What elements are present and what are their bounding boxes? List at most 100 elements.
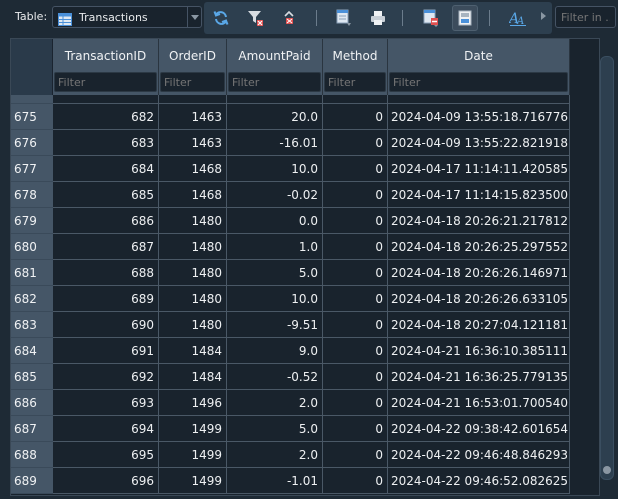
table-cell-order-id[interactable]: 1468: [159, 156, 227, 182]
table-cell-method[interactable]: 0: [323, 416, 388, 442]
table-cell-amount-paid[interactable]: 2.0: [227, 442, 323, 468]
table-cell-date[interactable]: 2024-04-18 20:26:26.1469718: [388, 260, 570, 286]
table-cell-date[interactable]: 2024-04-17 11:14:15.8235005: [388, 182, 570, 208]
row-number[interactable]: 684: [11, 338, 53, 364]
table-cell-method[interactable]: 0: [323, 468, 388, 494]
table-cell-order-id[interactable]: 1499: [159, 442, 227, 468]
row-number[interactable]: 687: [11, 416, 53, 442]
table-cell-transaction-id[interactable]: 683: [53, 130, 159, 156]
row-number[interactable]: 682: [11, 286, 53, 312]
table-cell-transaction-id[interactable]: 695: [53, 442, 159, 468]
table-cell-transaction-id[interactable]: 696: [53, 468, 159, 494]
column-header-transaction-id[interactable]: TransactionID: [53, 39, 159, 95]
table-cell-date[interactable]: 2024-04-21 16:36:25.7791359: [388, 364, 570, 390]
grid-corner[interactable]: [11, 39, 53, 95]
table-cell-method[interactable]: 0: [323, 104, 388, 130]
table-cell-method[interactable]: 0: [323, 364, 388, 390]
table-cell-order-id[interactable]: 1480: [159, 286, 227, 312]
table-cell-date[interactable]: 2024-04-22 09:46:52.082625: [388, 468, 570, 494]
table-cell-amount-paid[interactable]: 10.0: [227, 156, 323, 182]
column-filter-order-id[interactable]: [160, 72, 225, 92]
table-cell-transaction-id[interactable]: 686: [53, 208, 159, 234]
clear-filters-button[interactable]: [243, 5, 269, 31]
scrollbar-thumb[interactable]: [603, 466, 611, 474]
table-cell-amount-paid[interactable]: -1.01: [227, 468, 323, 494]
table-cell-date[interactable]: 2024-04-21 16:36:10.3851111: [388, 338, 570, 364]
table-cell-amount-paid[interactable]: 9.0: [227, 338, 323, 364]
table-cell-transaction-id[interactable]: 688: [53, 260, 159, 286]
row-number[interactable]: 678: [11, 182, 53, 208]
table-cell-method[interactable]: 0: [323, 338, 388, 364]
column-header-order-id[interactable]: OrderID: [159, 39, 227, 95]
toolbar-overflow-icon[interactable]: [541, 12, 546, 20]
table-cell-method[interactable]: 0: [323, 182, 388, 208]
table-cell-order-id[interactable]: 1499: [159, 416, 227, 442]
font-settings-button[interactable]: AA: [505, 5, 531, 31]
table-cell-transaction-id[interactable]: 687: [53, 234, 159, 260]
row-number[interactable]: 683: [11, 312, 53, 338]
row-number[interactable]: 680: [11, 234, 53, 260]
table-cell-order-id[interactable]: 1480: [159, 312, 227, 338]
table-cell-method[interactable]: 0: [323, 312, 388, 338]
table-cell-method[interactable]: 0: [323, 156, 388, 182]
column-filter-amount-paid[interactable]: [228, 72, 321, 92]
column-filter-date[interactable]: [389, 72, 568, 92]
table-cell-order-id[interactable]: 1499: [159, 468, 227, 494]
table-cell-order-id[interactable]: 1480: [159, 208, 227, 234]
table-cell-amount-paid[interactable]: -16.01: [227, 130, 323, 156]
table-cell-amount-paid[interactable]: 5.0: [227, 416, 323, 442]
row-number[interactable]: 686: [11, 390, 53, 416]
global-filter-input[interactable]: [555, 6, 616, 28]
table-cell-order-id[interactable]: 1468: [159, 182, 227, 208]
table-cell-order-id[interactable]: 1496: [159, 390, 227, 416]
table-cell-transaction-id[interactable]: 694: [53, 416, 159, 442]
table-cell-date[interactable]: 2024-04-09 13:55:22.8219187: [388, 130, 570, 156]
table-cell-transaction-id[interactable]: 684: [53, 156, 159, 182]
table-cell-amount-paid[interactable]: 2.0: [227, 390, 323, 416]
table-cell-transaction-id[interactable]: 690: [53, 312, 159, 338]
table-cell-transaction-id[interactable]: 693: [53, 390, 159, 416]
table-cell-method[interactable]: 0: [323, 286, 388, 312]
table-cell-date[interactable]: 2024-04-18 20:26:25.2975525: [388, 234, 570, 260]
save-button[interactable]: [452, 5, 478, 31]
table-cell-method[interactable]: 0: [323, 208, 388, 234]
table-cell-date[interactable]: 2024-04-18 20:26:26.6331055: [388, 286, 570, 312]
table-cell-amount-paid[interactable]: -0.02: [227, 182, 323, 208]
table-cell-order-id[interactable]: 1480: [159, 260, 227, 286]
table-cell-transaction-id[interactable]: 692: [53, 364, 159, 390]
table-cell-amount-paid[interactable]: -9.51: [227, 312, 323, 338]
table-cell-amount-paid[interactable]: 20.0: [227, 104, 323, 130]
table-cell-date[interactable]: 2024-04-22 09:46:48.8462931: [388, 442, 570, 468]
chevron-down-icon[interactable]: [187, 7, 201, 27]
column-filter-transaction-id[interactable]: [54, 72, 157, 92]
table-cell-transaction-id[interactable]: 691: [53, 338, 159, 364]
table-cell-order-id[interactable]: 1484: [159, 338, 227, 364]
row-number[interactable]: 676: [11, 130, 53, 156]
column-header-method[interactable]: Method: [323, 39, 388, 95]
table-cell-order-id[interactable]: 1480: [159, 234, 227, 260]
table-cell-date[interactable]: 2024-04-22 09:38:42.6016541: [388, 416, 570, 442]
table-cell-amount-paid[interactable]: 0.0: [227, 208, 323, 234]
row-number[interactable]: 677: [11, 156, 53, 182]
refresh-button[interactable]: [208, 5, 234, 31]
table-cell-method[interactable]: 0: [323, 390, 388, 416]
table-cell-date[interactable]: 2024-04-09 13:55:18.7167765: [388, 104, 570, 130]
scrollbar-track[interactable]: [600, 56, 614, 480]
table-cell-order-id[interactable]: 1463: [159, 130, 227, 156]
table-cell-amount-paid[interactable]: 1.0: [227, 234, 323, 260]
table-cell-amount-paid[interactable]: 10.0: [227, 286, 323, 312]
table-cell-transaction-id[interactable]: 685: [53, 182, 159, 208]
row-number[interactable]: 675: [11, 104, 53, 130]
table-cell-date[interactable]: 2024-04-18 20:27:04.1211815: [388, 312, 570, 338]
table-cell-order-id[interactable]: 1484: [159, 364, 227, 390]
table-cell-date[interactable]: 2024-04-17 11:14:11.4205858: [388, 156, 570, 182]
vertical-scrollbar[interactable]: [600, 56, 614, 480]
table-cell-method[interactable]: 0: [323, 442, 388, 468]
table-cell-order-id[interactable]: 1463: [159, 104, 227, 130]
print-button[interactable]: [365, 5, 391, 31]
row-number[interactable]: 689: [11, 468, 53, 494]
row-number[interactable]: 685: [11, 364, 53, 390]
column-header-date[interactable]: Date: [388, 39, 570, 95]
table-selector[interactable]: Transactions: [52, 6, 202, 28]
table-cell-date[interactable]: 2024-04-18 20:26:21.2178123: [388, 208, 570, 234]
